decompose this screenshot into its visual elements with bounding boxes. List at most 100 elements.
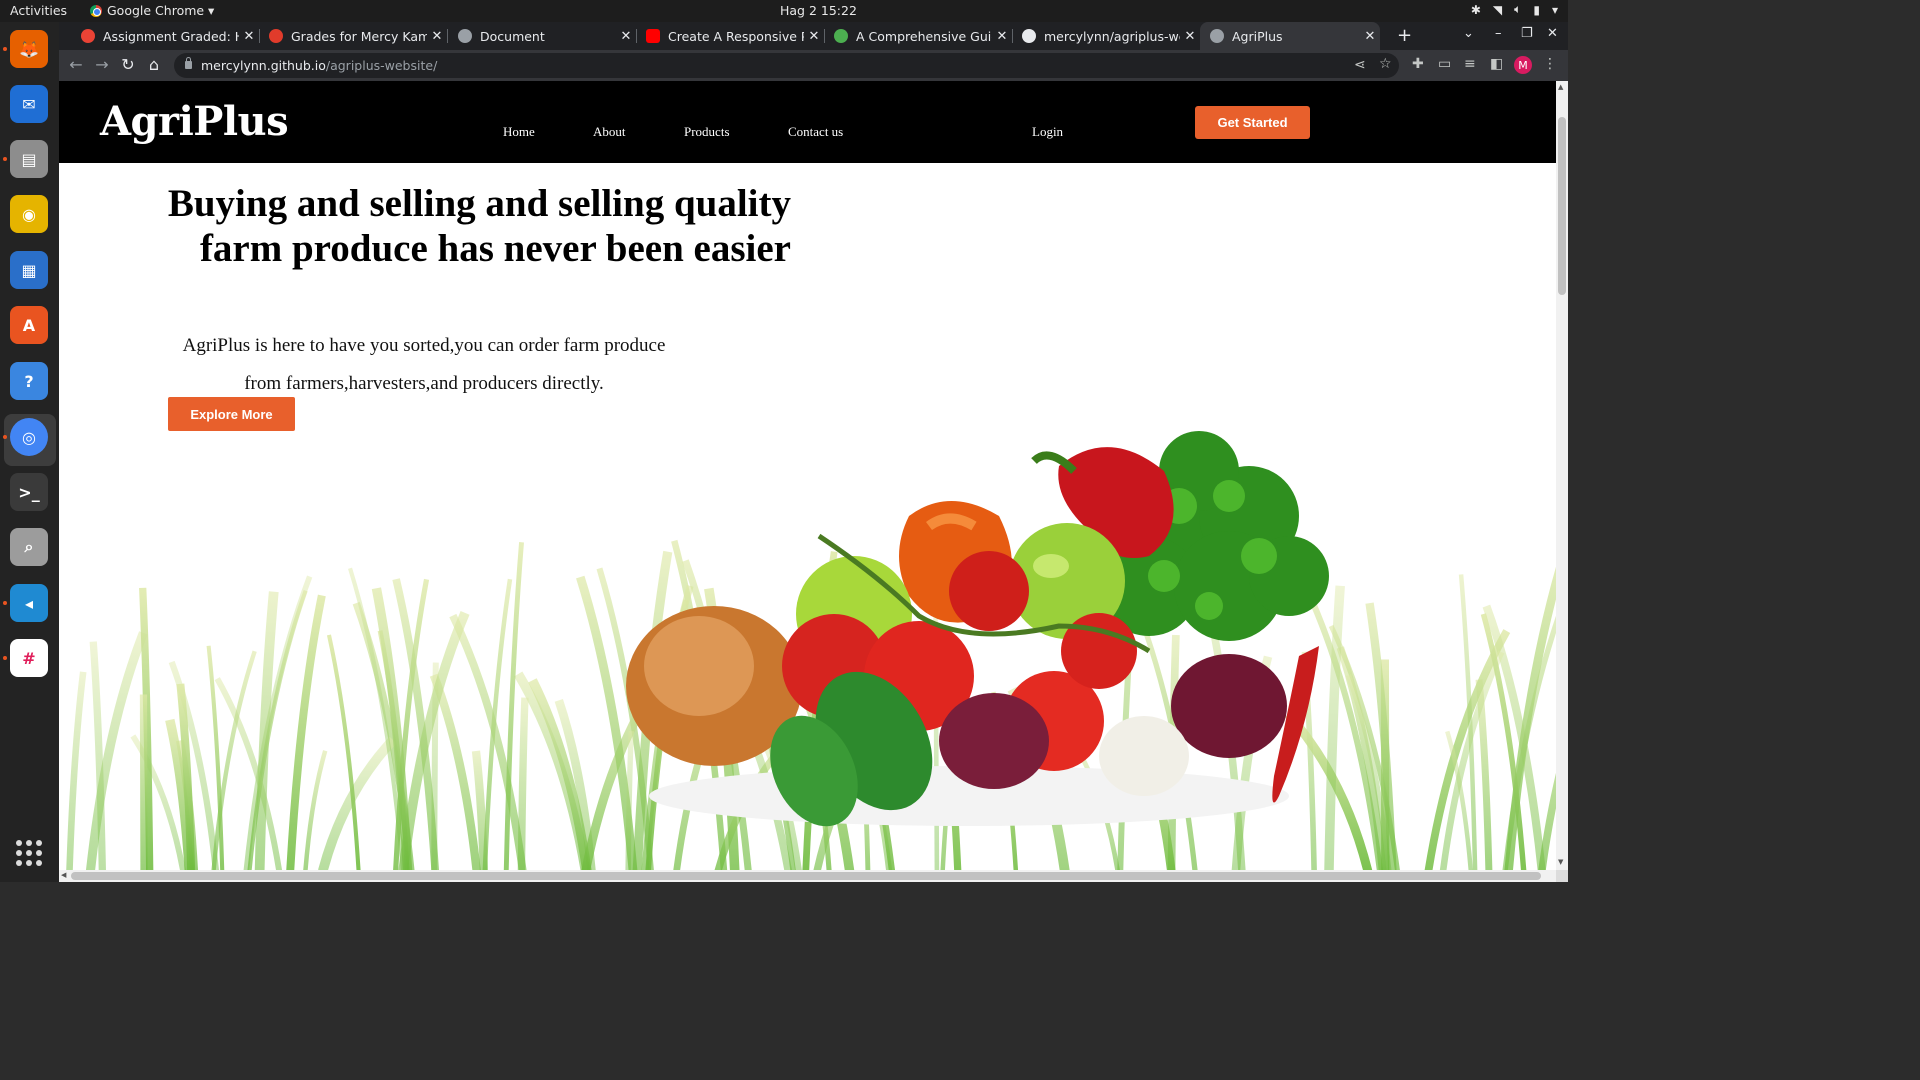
profile-avatar[interactable]: M [1514, 56, 1532, 74]
get-started-button[interactable]: Get Started [1195, 106, 1310, 139]
explore-more-button[interactable]: Explore More [168, 397, 295, 431]
site-header: AgriPlus Home About Products Contact us … [59, 81, 1556, 163]
tab-strip: Assignment Graded: HTML✕Grades for Mercy… [59, 22, 1568, 50]
help-icon[interactable]: ? [10, 362, 48, 400]
app-menu[interactable]: Google Chrome ▾ [90, 3, 214, 18]
tab-title: A Comprehensive Guide [856, 28, 992, 44]
nav-products-link[interactable]: Products [684, 124, 730, 140]
close-tab-icon[interactable]: ✕ [804, 29, 824, 44]
scroll-up-arrow-icon[interactable]: ▲ [1558, 83, 1563, 91]
browser-tab[interactable]: A Comprehensive Guide ✕ [824, 22, 1012, 50]
globe-icon [1210, 29, 1224, 43]
horizontal-scrollbar[interactable]: ◀ [59, 870, 1556, 882]
system-top-bar: Activities Google Chrome ▾ Hag 2 15:22 ✱… [0, 0, 1568, 22]
scroll-left-arrow-icon[interactable]: ◀ [61, 871, 66, 879]
ubuntu-software-icon[interactable]: A [10, 306, 48, 344]
scrollbar-corner [1556, 870, 1568, 882]
vscode-icon[interactable]: ◂ [10, 584, 48, 622]
back-icon[interactable]: ← [66, 55, 86, 74]
horizontal-scroll-thumb[interactable] [71, 872, 1541, 880]
reload-icon[interactable]: ↻ [118, 55, 138, 74]
app-menu-label: Google Chrome ▾ [107, 3, 215, 18]
close-tab-icon[interactable]: ✕ [427, 29, 447, 44]
new-tab-button[interactable]: + [1397, 25, 1412, 46]
nav-home-link[interactable]: Home [503, 124, 535, 140]
battery-icon: ▮ [1533, 2, 1540, 17]
browser-tab[interactable]: Grades for Mercy Kamene✕ [259, 22, 447, 50]
tab-search-icon[interactable]: ⌄ [1463, 26, 1474, 41]
leaf-icon [834, 29, 848, 43]
tab-title: Grades for Mercy Kamene [291, 28, 427, 44]
browser-tab[interactable]: Document ✕ [448, 22, 636, 50]
close-tab-icon[interactable]: ✕ [1360, 29, 1380, 44]
close-tab-icon[interactable]: ✕ [1180, 29, 1200, 44]
libreoffice-writer-icon[interactable]: ▦ [10, 251, 48, 289]
share-icon[interactable]: ⋖ [1354, 57, 1366, 73]
browser-tab[interactable]: Assignment Graded: HTML✕ [71, 22, 259, 50]
browser-toolbar: ← → ↻ ⌂ mercylynn.github.io/agriplus-web… [59, 50, 1568, 81]
browser-tab[interactable]: AgriPlus ✕ [1200, 22, 1380, 50]
activities-button[interactable]: Activities [10, 3, 67, 18]
restore-icon[interactable]: ❐ [1521, 26, 1533, 41]
scroll-down-arrow-icon[interactable]: ▼ [1558, 858, 1563, 866]
show-applications-icon[interactable] [16, 840, 42, 866]
close-tab-icon[interactable]: ✕ [239, 29, 259, 44]
nav-contact-link[interactable]: Contact us [788, 124, 843, 140]
search-icon[interactable]: ⌕ [10, 528, 48, 566]
site-logo[interactable]: AgriPlus [100, 98, 289, 145]
bookmark-star-icon[interactable]: ☆ [1379, 56, 1392, 72]
browser-tab[interactable]: Create A Responsive PERSONAL✕ [636, 22, 824, 50]
wifi-icon: ◥ [1492, 2, 1503, 17]
minimize-icon[interactable]: – [1495, 26, 1502, 41]
clock[interactable]: Hag 2 15:22 [780, 3, 857, 18]
close-window-icon[interactable]: ✕ [1547, 26, 1558, 41]
vertical-scroll-thumb[interactable] [1558, 117, 1566, 295]
slack-icon[interactable]: # [10, 639, 48, 677]
running-indicator [3, 656, 7, 660]
tab-title: Create A Responsive PERSONAL [668, 28, 804, 44]
vegetables-image [626, 431, 1329, 827]
running-indicator [3, 601, 7, 605]
tab-title: AgriPlus [1232, 28, 1283, 44]
extensions-icon[interactable]: ✚ [1412, 56, 1424, 72]
side-panel-icon[interactable]: ◧ [1490, 56, 1503, 72]
browser-tab[interactable]: mercylynn/agriplus-website✕ [1012, 22, 1200, 50]
gmail-icon [81, 29, 95, 43]
page-viewport: AgriPlus Home About Products Contact us … [59, 81, 1556, 870]
close-tab-icon[interactable]: ✕ [992, 29, 1012, 44]
tab-title: Document [480, 28, 545, 44]
vertical-scrollbar[interactable]: ▲ ▼ [1556, 81, 1568, 870]
hero-title: Buying and selling and selling quality f… [167, 182, 791, 270]
running-indicator [3, 435, 7, 439]
rhythmbox-icon[interactable]: ◉ [10, 195, 48, 233]
close-tab-icon[interactable]: ✕ [616, 29, 636, 44]
thunderbird-icon[interactable]: ✉ [10, 85, 48, 123]
chrome-icon [90, 4, 102, 17]
cast-icon[interactable]: ▭ [1438, 56, 1451, 72]
menu-kebab-icon[interactable]: ⋮ [1543, 56, 1557, 72]
home-icon[interactable]: ⌂ [144, 55, 164, 74]
firefox-icon[interactable]: 🦊 [10, 30, 48, 68]
globe-icon [458, 29, 472, 43]
volume-icon: 🔈︎ [1514, 2, 1522, 16]
nav-login-link[interactable]: Login [1032, 124, 1063, 140]
lock-icon[interactable] [185, 57, 192, 69]
github-icon [1022, 29, 1036, 43]
youtube-icon [646, 29, 660, 43]
address-bar[interactable]: mercylynn.github.io/agriplus-website/ ⋖ … [174, 53, 1399, 78]
tab-title: mercylynn/agriplus-website [1044, 28, 1180, 44]
hero-description: AgriPlus is here to have you sorted,you … [182, 335, 666, 394]
chrome-icon[interactable]: ◎ [10, 418, 48, 456]
files-icon[interactable]: ▤ [10, 140, 48, 178]
url-text[interactable]: mercylynn.github.io/agriplus-website/ [201, 58, 437, 73]
system-menu-chevron-icon[interactable]: ▾ [1552, 3, 1558, 17]
nav-about-link[interactable]: About [593, 124, 626, 140]
terminal-icon[interactable]: >_ [10, 473, 48, 511]
running-indicator [3, 47, 7, 51]
running-indicator [3, 157, 7, 161]
forward-icon[interactable]: → [92, 55, 112, 74]
slack-tray-icon[interactable]: ✱ [1471, 3, 1481, 17]
canvas-icon [269, 29, 283, 43]
reading-list-icon[interactable]: ≡ [1464, 56, 1476, 72]
system-tray[interactable]: ✱ ◥ 🔈︎ ▮ ▾ [1471, 2, 1558, 17]
